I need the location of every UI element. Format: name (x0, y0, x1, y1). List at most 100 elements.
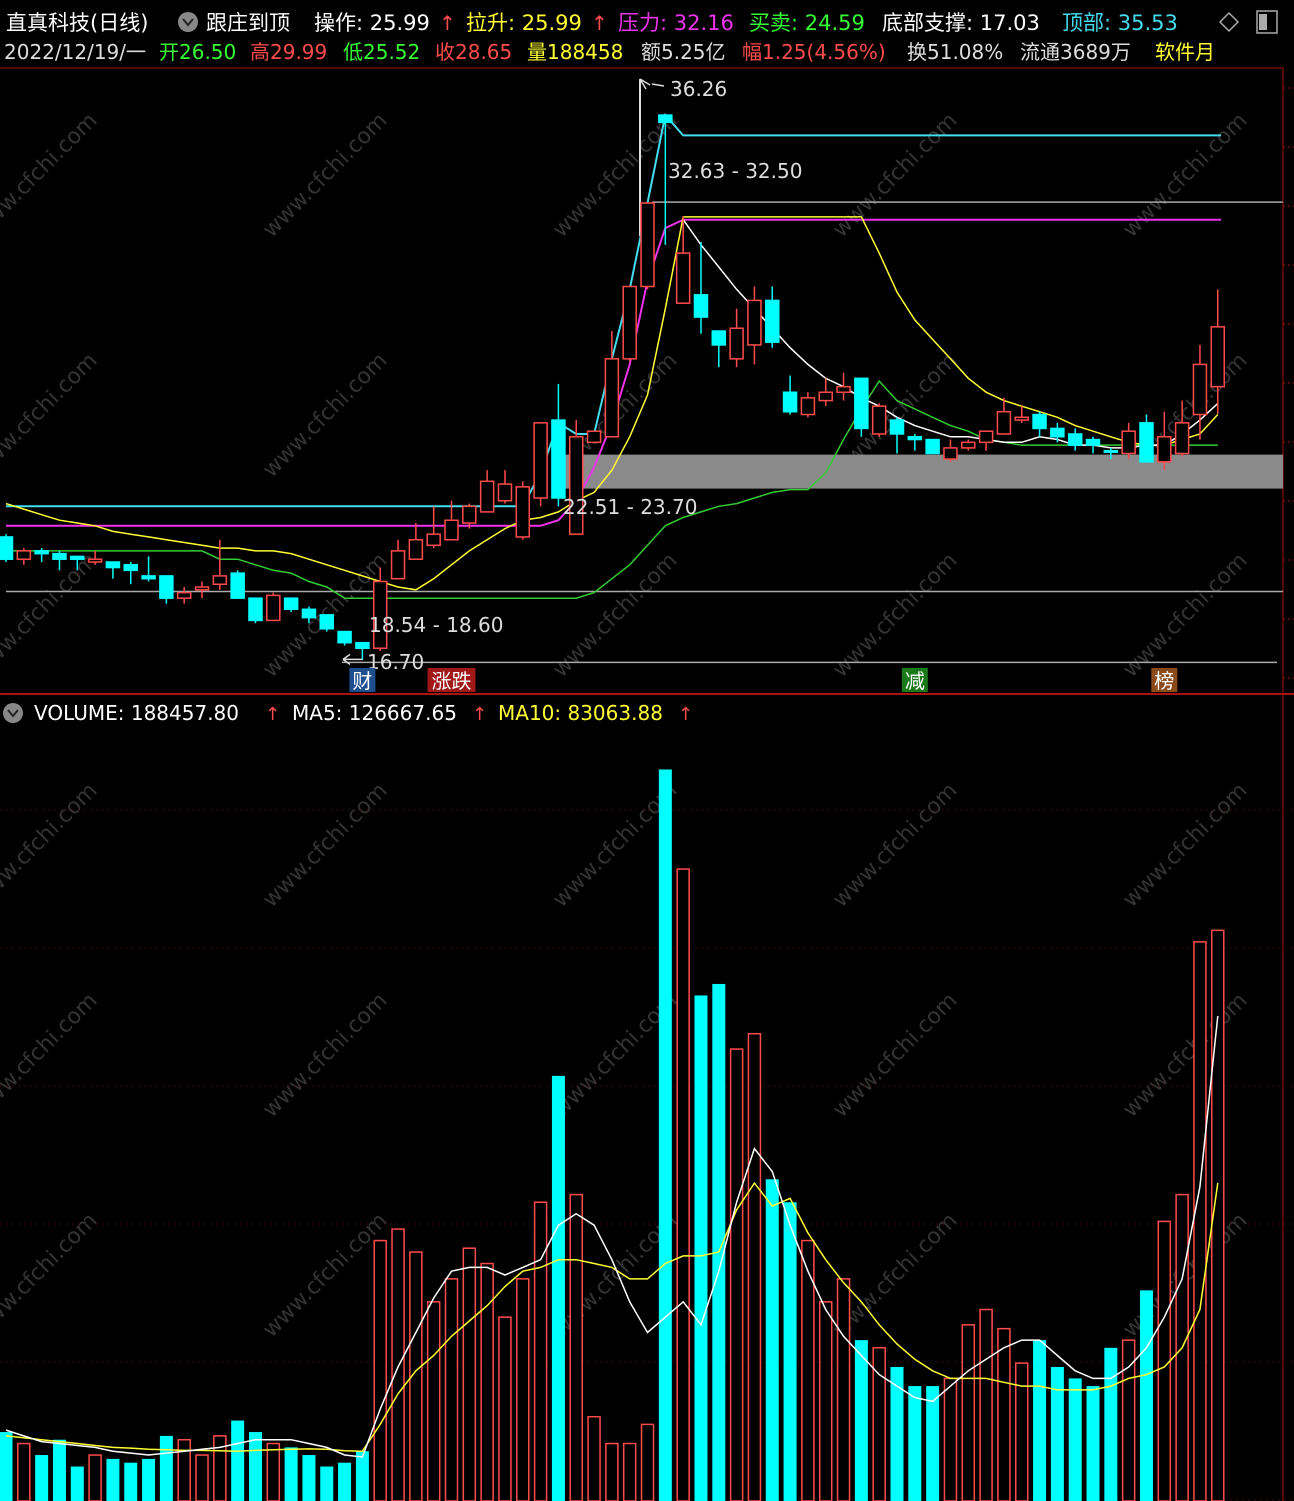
volume-bar (480, 1262, 494, 1501)
volume-bar (622, 1442, 637, 1501)
volume-bar (676, 868, 690, 1501)
volume-bar (1193, 941, 1207, 1501)
candle-body (747, 299, 762, 346)
dingbu-value: 顶部: 35.53 (1062, 11, 1178, 35)
candle-body (711, 330, 727, 346)
event-badge-text: 减 (905, 669, 925, 693)
volume-bar (284, 1447, 298, 1501)
volume-bar (320, 1466, 334, 1501)
info-change: 幅1.25(4.56%) (742, 40, 886, 64)
volume-bar (302, 1455, 316, 1501)
volume-bar (729, 1048, 744, 1501)
candle-body (782, 391, 798, 413)
candle-body (568, 436, 584, 535)
candle-body (1032, 413, 1047, 430)
candle-body (515, 486, 531, 538)
volume-bar (783, 1202, 797, 1501)
volume-bar (605, 1442, 619, 1501)
event-badge-text: 财 (352, 669, 372, 693)
candle-body (1210, 326, 1226, 388)
arrow-up-icon: ↑ (591, 11, 608, 35)
volume-label: VOLUME: 188457.80 (34, 701, 239, 725)
volume-bar (1139, 1290, 1153, 1501)
volume-bar (694, 995, 708, 1501)
dibu-value: 底部支撑: 17.03 (882, 11, 1040, 35)
candle-body (408, 538, 424, 560)
stock-chart: www.cfchi.com www.cfchi.com www.cfchi.com w… (0, 0, 1294, 1501)
arrow-up-icon: ↑ (678, 704, 693, 725)
volume-dropdown-icon[interactable] (3, 703, 23, 723)
volume-header: VOLUME: 188457.80 ↑ MA5: 126667.65 ↑ MA1… (3, 701, 693, 725)
support-label: 18.54 - 18.60 (369, 613, 503, 637)
volume-bar (961, 1324, 976, 1501)
panel-toggle-fill (1259, 14, 1267, 30)
volume-bar (569, 1193, 583, 1501)
candle-body (105, 561, 121, 569)
volume-bar (551, 1075, 565, 1501)
caozuo-value: 操作: 25.99 (314, 11, 430, 35)
volume-bar (35, 1455, 49, 1501)
indicator-name[interactable]: 跟庄到顶 (206, 11, 290, 35)
volume-bar (248, 1432, 262, 1501)
candle-body (818, 391, 833, 402)
candle-body (462, 505, 477, 524)
event-badge-text: 榜 (1154, 669, 1174, 693)
volume-ma5: MA5: 126667.65 (292, 701, 457, 725)
candle-body (355, 641, 370, 650)
info-sector[interactable]: 软件月 (1155, 40, 1215, 64)
volume-bar (818, 1301, 833, 1501)
info-float: 流通3689万 (1020, 40, 1131, 64)
volume-bar (890, 1366, 904, 1501)
maimai-value: 买卖: 24.59 (749, 11, 865, 35)
stock-title[interactable]: 直真科技(日线) (6, 11, 148, 35)
info-date: 2022/12/19/一 (4, 40, 146, 64)
volume-bar (444, 1278, 459, 1501)
candle-body (283, 597, 299, 611)
candle-body (1121, 430, 1136, 455)
candle-body (212, 575, 228, 586)
dropdown-icon[interactable] (178, 12, 198, 32)
volume-bar (587, 1415, 601, 1501)
volume-bar (1104, 1347, 1118, 1501)
info-high: 高29.99 (250, 40, 327, 64)
candle-body (337, 630, 352, 644)
event-badge-text: 涨跌 (432, 669, 472, 693)
zone-label: 22.51 - 23.70 (563, 495, 697, 519)
volume-bar (516, 1278, 530, 1501)
candle-body (836, 385, 851, 393)
candle-body (1174, 422, 1190, 455)
volume-bar (88, 1454, 102, 1501)
volume-bar (1086, 1386, 1100, 1501)
candle-body (693, 294, 709, 318)
candle-body (854, 377, 869, 430)
candle-body (248, 597, 263, 622)
volume-bar (426, 1301, 441, 1501)
candle-body (497, 483, 513, 502)
volume-bar (373, 1239, 387, 1501)
candle-body (800, 397, 816, 416)
volume-bar (854, 1340, 868, 1501)
info-volume: 量188458 (527, 40, 623, 64)
candle-body (176, 591, 192, 599)
volume-bar (355, 1451, 369, 1501)
info-amount: 额5.25亿 (641, 40, 726, 64)
volume-bar (52, 1439, 66, 1501)
lasheng-value: 拉升: 25.99 (466, 11, 582, 35)
candle-body (426, 533, 441, 547)
volume-bar (533, 1201, 548, 1501)
candle-body (1050, 427, 1065, 438)
candle-body (0, 536, 14, 560)
volume-bar (213, 1435, 227, 1501)
volume-bar (70, 1466, 84, 1501)
candle-body (729, 327, 744, 360)
candle-body (159, 575, 174, 599)
volume-bar (266, 1442, 281, 1501)
candle-body (604, 358, 620, 438)
candle-body (479, 480, 495, 513)
candle-body (1014, 416, 1029, 421)
volume-bar (747, 1032, 762, 1501)
volume-bar (338, 1462, 352, 1501)
candle-body (1085, 438, 1101, 446)
volume-bar (1050, 1366, 1064, 1501)
volume-bar (1033, 1340, 1047, 1501)
